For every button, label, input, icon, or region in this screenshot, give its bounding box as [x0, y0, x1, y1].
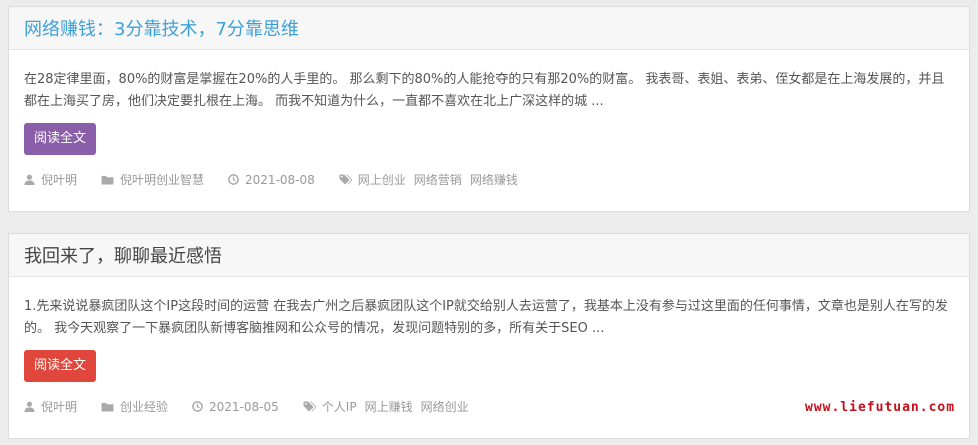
post-card: 网络赚钱：3分靠技术，7分靠思维 在28定律里面，80%的财富是掌握在20%的人… — [8, 6, 970, 212]
clock-icon — [228, 174, 239, 185]
post-category[interactable]: 创业经验 — [101, 398, 168, 415]
post-date: 2021-08-05 — [192, 400, 279, 414]
post-date: 2021-08-08 — [228, 173, 315, 187]
user-icon — [24, 401, 35, 412]
post-meta: 倪叶明 倪叶明创业智慧 2021-08-08 网上创业 网络营销 网络赚钱 — [24, 171, 550, 188]
category-name: 创业经验 — [120, 400, 169, 414]
clock-icon — [192, 401, 203, 412]
post-tags: 网上创业 网络营销 网络赚钱 — [339, 171, 526, 188]
folder-icon — [101, 174, 114, 185]
read-more-button[interactable]: 阅读全文 — [24, 123, 97, 155]
post-category[interactable]: 倪叶明创业智慧 — [101, 171, 204, 188]
post-header: 网络赚钱：3分靠技术，7分靠思维 — [9, 7, 969, 50]
tags-icon — [303, 401, 316, 412]
post-header: 我回来了，聊聊最近感悟 — [9, 234, 969, 277]
read-more-button[interactable]: 阅读全文 — [24, 350, 97, 382]
post-excerpt: 在28定律里面，80%的财富是掌握在20%的人手里的。 那么剩下的80%的人能抢… — [24, 72, 945, 109]
date-text: 2021-08-08 — [245, 172, 315, 187]
author-name: 倪叶明 — [41, 400, 78, 414]
post-meta: 倪叶明 创业经验 2021-08-05 个人IP 网上赚钱 网络创业 — [24, 398, 501, 415]
tag-link[interactable]: 网上赚钱 — [365, 398, 413, 415]
tag-link[interactable]: 个人IP — [322, 398, 357, 415]
tag-link[interactable]: 网络赚钱 — [470, 171, 518, 188]
post-tags: 个人IP 网上赚钱 网络创业 — [303, 398, 477, 415]
tag-link[interactable]: 网上创业 — [358, 171, 406, 188]
post-excerpt: 1.先来说说暴疯团队这个IP这段时间的运营 在我去广州之后暴疯团队这个IP就交给… — [24, 299, 948, 336]
date-text: 2021-08-05 — [209, 399, 279, 414]
tags-icon — [339, 174, 352, 185]
post-title-link[interactable]: 网络赚钱：3分靠技术，7分靠思维 — [24, 15, 299, 41]
folder-icon — [101, 401, 114, 412]
tag-link[interactable]: 网络创业 — [421, 398, 469, 415]
site-watermark: www.liefutuan.com — [805, 400, 956, 415]
category-name: 倪叶明创业智慧 — [120, 173, 205, 187]
author-name: 倪叶明 — [41, 173, 78, 187]
tag-link[interactable]: 网络营销 — [414, 171, 462, 188]
post-author[interactable]: 倪叶明 — [24, 171, 77, 188]
post-author[interactable]: 倪叶明 — [24, 398, 77, 415]
post-title-link[interactable]: 我回来了，聊聊最近感悟 — [24, 242, 222, 268]
user-icon — [24, 174, 35, 185]
